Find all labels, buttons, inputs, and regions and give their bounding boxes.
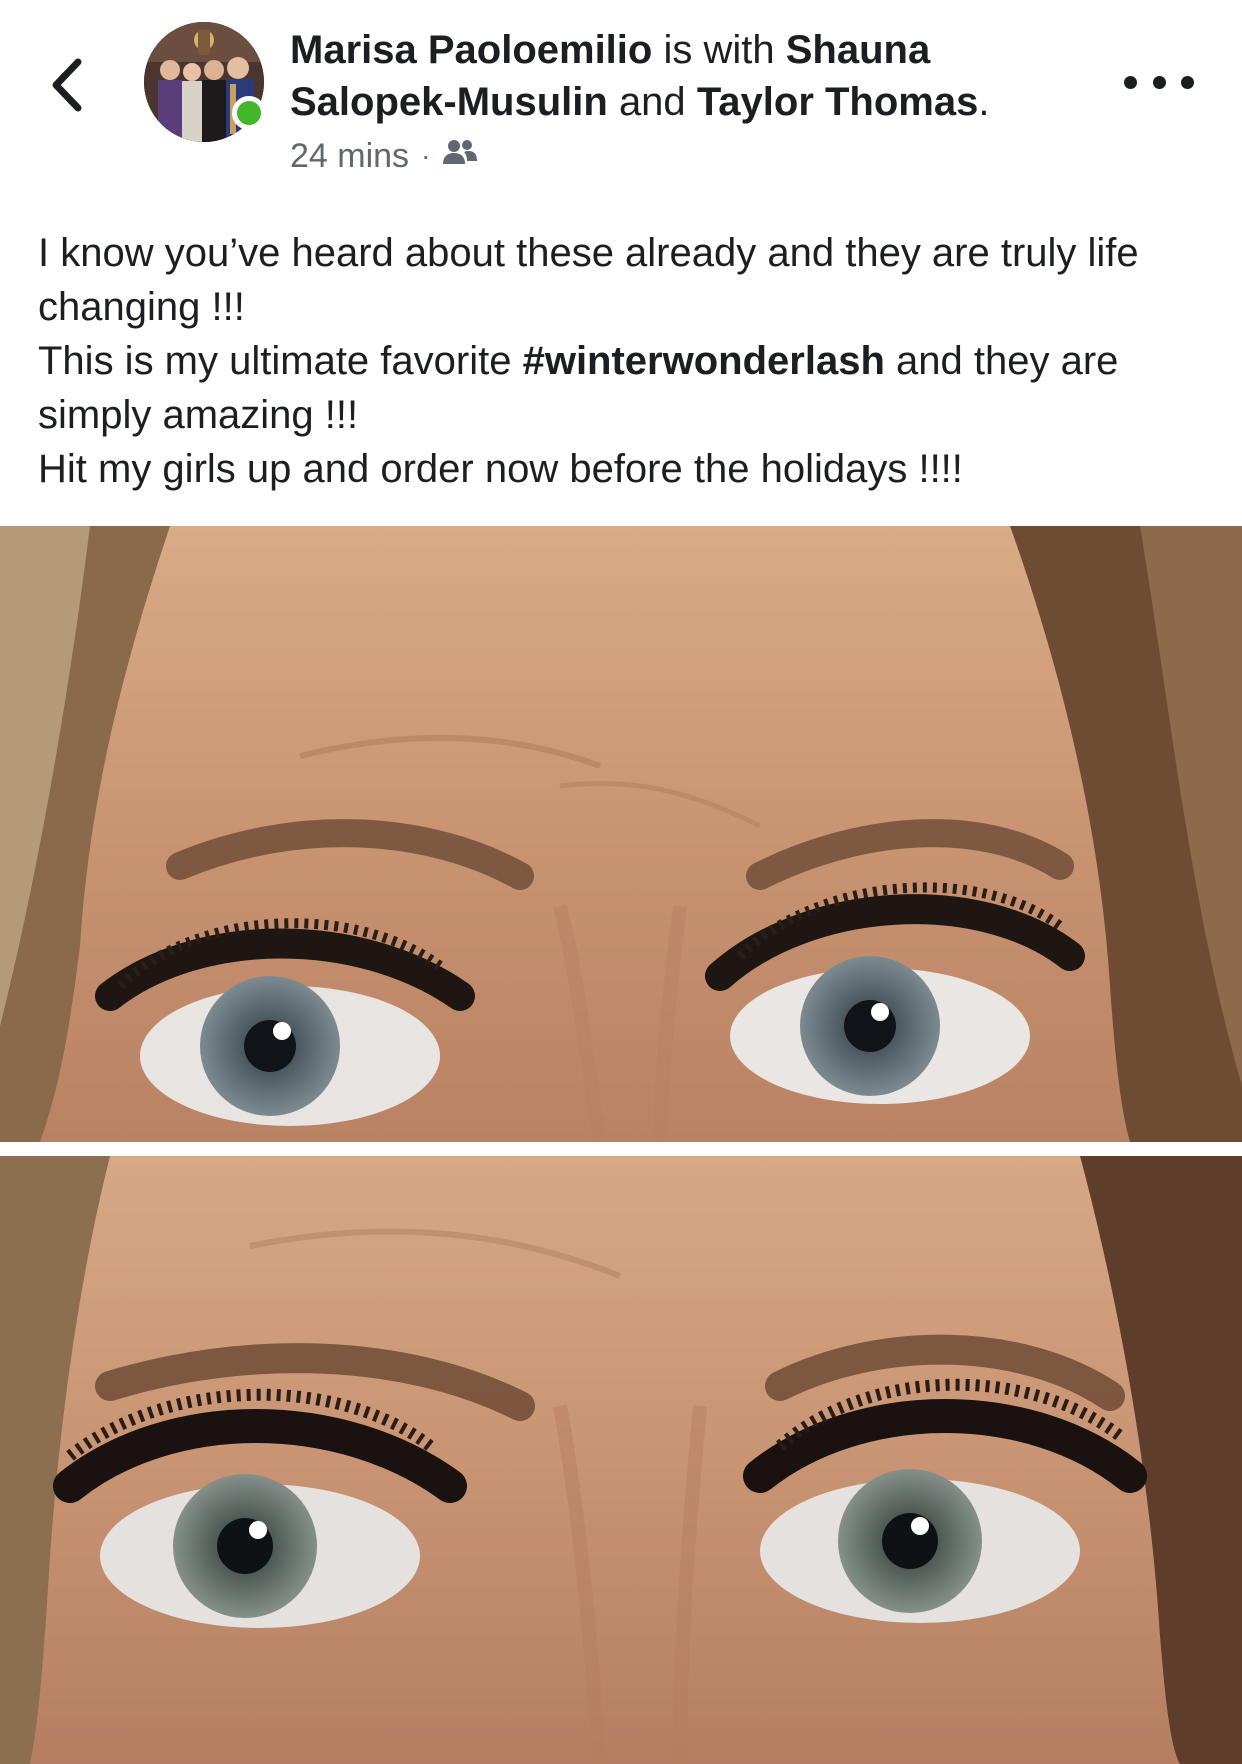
author-avatar[interactable] [144,22,266,142]
title-period: . [978,80,990,124]
meta-separator: · [421,140,431,171]
post-line-1: I know you’ve heard about these already … [38,231,1139,329]
with-text: is with [663,28,775,72]
post-title-line: Marisa Paoloemilio is with Shauna Salope… [290,24,1090,128]
post-body-text: I know you’ve heard about these already … [38,226,1208,496]
post-meta: 24 mins · [290,134,1090,178]
post-line-2-start: This is my ultimate favorite [38,339,523,383]
hashtag-link[interactable]: #winterwonderlash [523,339,885,383]
more-dot [1152,75,1166,89]
friends-icon[interactable] [442,134,478,178]
author-name-link[interactable]: Marisa Paoloemilio [290,28,652,72]
more-options-button[interactable] [1124,62,1194,102]
more-dot [1181,75,1194,89]
post-header-text: Marisa Paoloemilio is with Shauna Salope… [290,24,1090,178]
post-timestamp[interactable]: 24 mins [290,134,409,178]
more-dots-icon [1124,75,1137,89]
post-line-2: This is my ultimate favorite #winterwond… [38,334,1208,442]
back-button[interactable] [40,50,100,120]
post-header: Marisa Paoloemilio is with Shauna Salope… [0,0,1242,190]
online-status-dot [232,96,266,130]
eyes-photo-after[interactable] [0,1156,1242,1764]
chevron-left-icon [52,58,82,112]
and-text: and [618,80,686,124]
eyes-photo-before[interactable] [0,526,1242,1142]
tagged-user-2-link[interactable]: Taylor Thomas [697,80,979,124]
post-line-3: Hit my girls up and order now before the… [38,447,963,491]
